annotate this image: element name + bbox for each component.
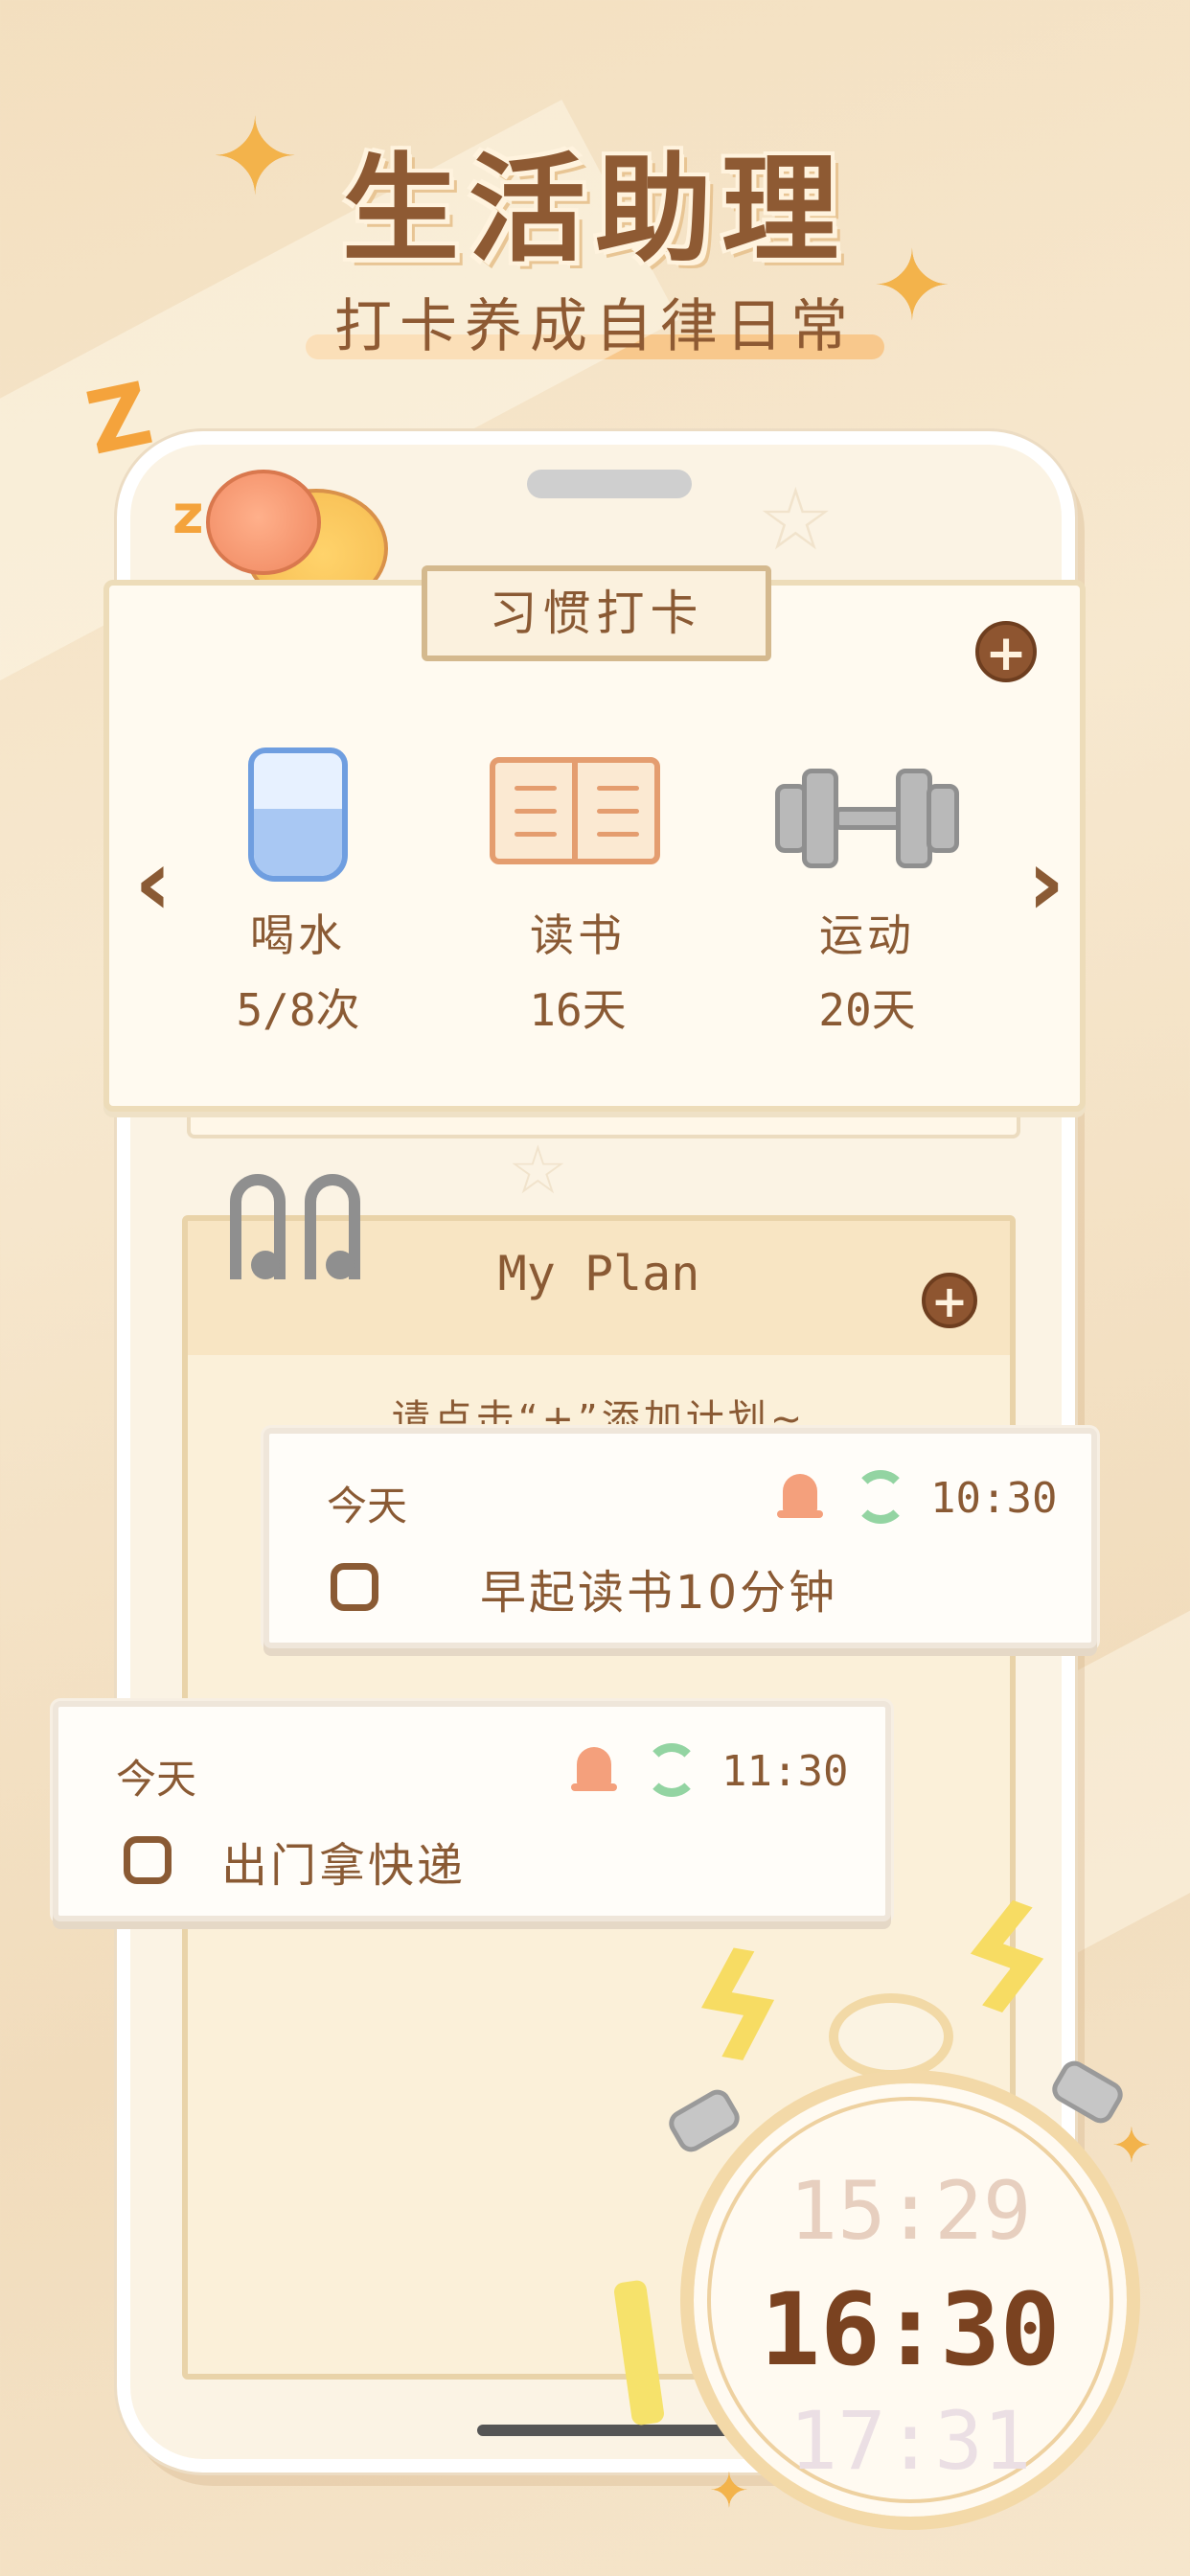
water-glass-icon	[202, 748, 394, 882]
task-label: 出门拿快递	[202, 1828, 486, 1895]
add-plan-hint: 请点击“+”添加计划~	[391, 1397, 807, 1424]
task-day: 今天	[327, 1483, 408, 1530]
habit-item-water[interactable]: 喝水 5/8次	[193, 748, 403, 1039]
task-checkbox[interactable]	[331, 1563, 378, 1611]
star-decoration-icon: ☆	[757, 470, 835, 570]
habit-count: 20天	[818, 984, 916, 1036]
habit-count: 16天	[529, 984, 627, 1036]
habit-name: 喝水	[250, 909, 346, 961]
dumbbell-icon	[771, 748, 963, 882]
repeat-icon[interactable]	[854, 1470, 907, 1524]
chevron-left-icon[interactable]: ‹	[134, 829, 172, 936]
habit-name: 运动	[819, 909, 915, 961]
clock-next-time: 17:31	[789, 2394, 1032, 2488]
task-time: 10:30	[930, 1474, 1058, 1523]
plan-title: My Plan	[497, 1246, 700, 1301]
clock-current-time: 16:30	[760, 2271, 1061, 2388]
habit-name: 读书	[530, 909, 626, 961]
chevron-right-icon[interactable]: ›	[1027, 829, 1065, 936]
stopwatch-button-right	[1047, 2056, 1128, 2128]
mascot-head	[206, 470, 321, 575]
task-label: 早起读书10分钟	[461, 1554, 858, 1622]
add-habit-button[interactable]: +	[975, 621, 1037, 682]
clock-prev-time: 15:29	[789, 2164, 1032, 2258]
app-headline: 生活助理	[342, 142, 848, 278]
task-checkbox[interactable]	[124, 1836, 172, 1884]
app-subtitle: 打卡养成自律日常	[306, 280, 884, 363]
task-label-text: 出门拿快递	[221, 1839, 467, 1893]
add-plan-button[interactable]: +	[922, 1273, 977, 1328]
bell-icon[interactable]	[777, 1468, 823, 1522]
habit-item-reading[interactable]: 读书 16天	[472, 748, 683, 1039]
stopwatch: 15:29 16:30 17:31	[664, 1993, 1159, 2549]
subtitle-wrap: 打卡养成自律日常	[0, 280, 1190, 363]
stopwatch-button-left	[664, 2084, 744, 2157]
habit-card-title: 习惯打卡	[422, 565, 771, 661]
task-day: 今天	[116, 1756, 197, 1803]
bell-icon[interactable]	[571, 1741, 617, 1795]
task-time: 11:30	[721, 1747, 849, 1796]
task-label-text: 早起读书10分钟	[480, 1566, 838, 1620]
habit-item-exercise[interactable]: 运动 20天	[762, 748, 973, 1039]
repeat-icon[interactable]	[645, 1743, 698, 1797]
task-card[interactable]: 今天 11:30 出门拿快递	[53, 1701, 891, 1921]
star-decoration-icon: ☆	[508, 1131, 568, 1209]
habit-count: 5/8次	[236, 984, 360, 1036]
task-card[interactable]: 今天 10:30 早起读书10分钟	[263, 1428, 1097, 1648]
sleep-z-icon: z	[172, 484, 204, 546]
stopwatch-crown	[829, 1993, 953, 2080]
phone-speaker	[527, 470, 692, 498]
book-icon	[482, 748, 674, 882]
